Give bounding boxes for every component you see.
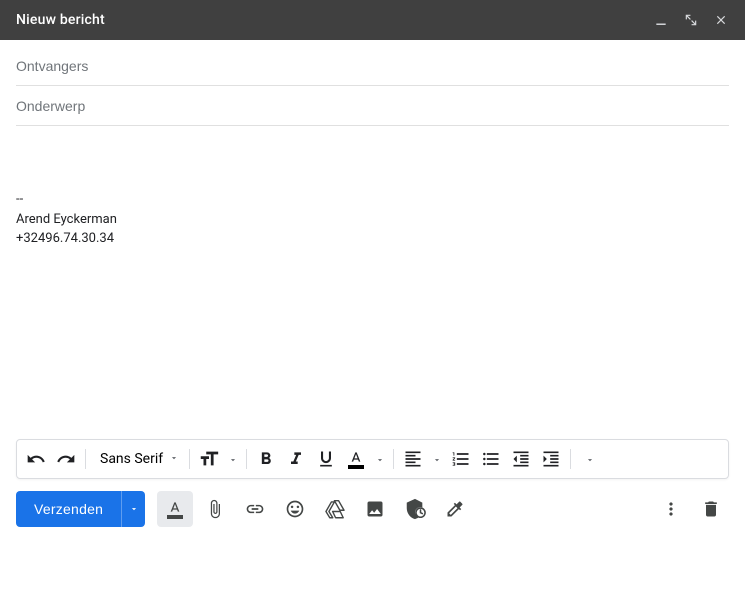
chevron-down-icon: [585, 450, 595, 469]
toolbar-separator: [570, 449, 571, 469]
bottom-left-actions: Verzenden: [16, 491, 473, 527]
minimize-icon[interactable]: [649, 8, 673, 32]
indent-increase-button[interactable]: [536, 443, 566, 475]
subject-row: [16, 86, 729, 126]
send-group: Verzenden: [16, 491, 145, 527]
insert-photo-button[interactable]: [357, 491, 393, 527]
compose-fields: [0, 40, 745, 126]
signature-name: Arend Eyckerman: [16, 210, 729, 230]
expand-icon[interactable]: [679, 8, 703, 32]
close-icon[interactable]: [709, 8, 733, 32]
header-actions: [649, 8, 733, 32]
chevron-down-icon[interactable]: [428, 450, 446, 469]
send-button[interactable]: Verzenden: [16, 491, 121, 527]
compose-title: Nieuw bericht: [16, 12, 105, 28]
bottom-toolbar: Verzenden: [0, 479, 745, 539]
more-options-button[interactable]: [653, 491, 689, 527]
signature-separator: --: [16, 190, 729, 210]
toolbar-separator: [85, 449, 86, 469]
insert-emoji-button[interactable]: [277, 491, 313, 527]
insert-drive-button[interactable]: [317, 491, 353, 527]
formatting-toggle-button[interactable]: [157, 491, 193, 527]
confidential-mode-button[interactable]: [397, 491, 433, 527]
indent-decrease-button[interactable]: [506, 443, 536, 475]
italic-button[interactable]: [281, 443, 311, 475]
bullet-list-button[interactable]: [476, 443, 506, 475]
compose-header: Nieuw bericht: [0, 0, 745, 40]
subject-input[interactable]: [16, 98, 729, 114]
signature-phone: +32496.74.30.34: [16, 229, 729, 249]
numbered-list-button[interactable]: [446, 443, 476, 475]
align-button[interactable]: [398, 443, 428, 475]
recipients-row: [16, 46, 729, 86]
redo-button[interactable]: [51, 443, 81, 475]
underline-button[interactable]: [311, 443, 341, 475]
font-size-button[interactable]: [194, 443, 224, 475]
font-family-label: Sans Serif: [100, 451, 163, 467]
text-color-button[interactable]: [341, 443, 371, 475]
insert-signature-button[interactable]: [437, 491, 473, 527]
formatting-toolbar: Sans Serif: [16, 439, 729, 479]
toolbar-separator: [246, 449, 247, 469]
chevron-down-icon[interactable]: [224, 450, 242, 469]
discard-draft-button[interactable]: [693, 491, 729, 527]
undo-button[interactable]: [21, 443, 51, 475]
toolbar-separator: [393, 449, 394, 469]
send-options-button[interactable]: [121, 491, 145, 527]
bottom-right-actions: [653, 491, 729, 527]
attach-file-button[interactable]: [197, 491, 233, 527]
bold-button[interactable]: [251, 443, 281, 475]
insert-link-button[interactable]: [237, 491, 273, 527]
toolbar-separator: [189, 449, 190, 469]
chevron-down-icon: [169, 451, 179, 467]
font-family-dropdown[interactable]: Sans Serif: [90, 443, 185, 475]
more-formatting-button[interactable]: [575, 443, 605, 475]
chevron-down-icon[interactable]: [371, 450, 389, 469]
recipients-input[interactable]: [16, 58, 729, 74]
compose-body[interactable]: -- Arend Eyckerman +32496.74.30.34: [0, 126, 745, 431]
